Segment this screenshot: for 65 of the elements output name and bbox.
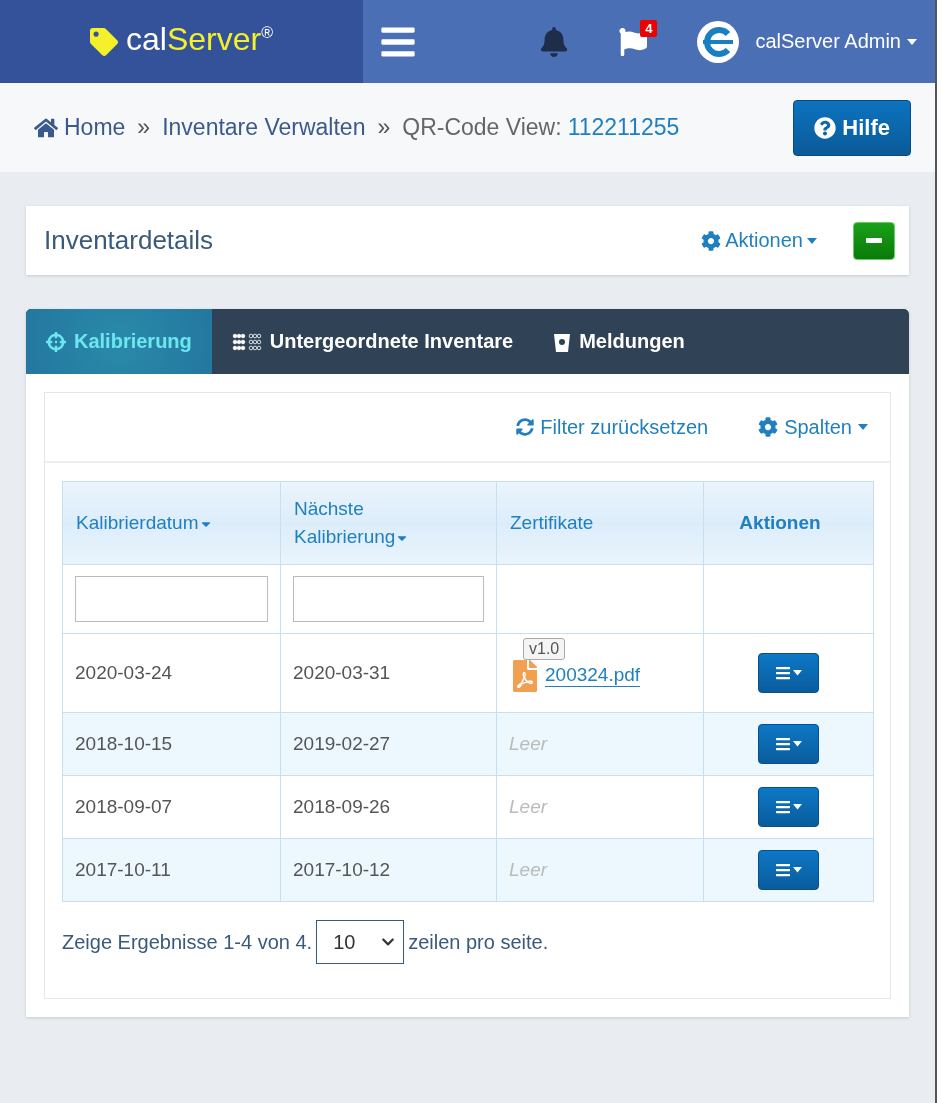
page-size-select[interactable]: 10	[316, 920, 405, 964]
reset-filter-link[interactable]: Filter zurücksetzen	[516, 415, 709, 439]
column-header[interactable]: Nächste Kalibrierung	[280, 481, 497, 565]
table-cell: 2017-10-11	[62, 838, 281, 902]
table-cell: 2018-09-07	[62, 775, 281, 839]
actions-dropdown[interactable]: Aktionen	[701, 229, 817, 252]
logo-text[interactable]: calServer$^{®}$	[126, 21, 273, 58]
results-text: Zeige Ergebnisse 1-4 von 4.	[62, 930, 313, 954]
table-cell: 2020-03-24	[62, 633, 281, 713]
columns-dropdown[interactable]: Spalten	[758, 415, 868, 439]
list-icon	[775, 799, 791, 815]
caret-icon	[807, 237, 817, 244]
gear-icon	[701, 230, 722, 251]
breadcrumb-current: QR-Code View:	[402, 114, 562, 141]
crosshair-icon	[46, 331, 66, 352]
caret-icon	[793, 804, 802, 810]
filter-field[interactable]	[75, 576, 268, 622]
collapse-button[interactable]	[853, 221, 895, 260]
table-cell: 2020-03-31	[280, 633, 497, 713]
table-cell: 2017-10-12	[280, 838, 497, 902]
tab[interactable]: Kalibrierung	[26, 309, 212, 374]
tab[interactable]: Untergeordnete Inventare	[211, 309, 534, 374]
list-icon	[775, 862, 791, 878]
row-menu-button[interactable]	[758, 787, 819, 827]
caret-icon	[907, 38, 917, 45]
certificate-link[interactable]: 200324.pdf	[545, 664, 641, 687]
caret-icon	[793, 670, 802, 676]
help-button[interactable]: Hilfe	[793, 99, 911, 156]
column-header[interactable]: Kalibrierdatum	[62, 481, 281, 565]
column-header: Aktionen	[703, 481, 874, 565]
dots-grid-icon	[231, 331, 262, 352]
empty-value: Leer	[509, 859, 548, 880]
filter-field[interactable]	[293, 576, 484, 622]
caret-icon	[793, 867, 802, 873]
empty-value: Leer	[509, 733, 548, 754]
breadcrumb-link[interactable]: Inventare Verwalten	[162, 114, 366, 141]
breadcrumb-link[interactable]: Home	[34, 114, 126, 141]
column-header: Zertifikate	[496, 481, 704, 565]
avatar-icon[interactable]	[697, 20, 740, 63]
card-title: Inventardetails	[44, 225, 214, 256]
row-menu-button[interactable]	[758, 653, 819, 693]
table-cell: 2019-02-27	[280, 712, 497, 776]
list-icon	[775, 736, 791, 752]
refresh-icon	[516, 418, 535, 436]
empty-value: Leer	[509, 796, 548, 817]
row-menu-button[interactable]	[758, 724, 819, 764]
user-menu[interactable]: calServer Admin	[755, 30, 917, 53]
tab[interactable]: Meldungen	[533, 309, 705, 374]
caret-icon	[793, 741, 802, 747]
qr-code-value: 112211255	[567, 114, 680, 141]
version-badge: v1.0	[523, 637, 566, 660]
breadcrumb-separator: »	[377, 114, 391, 141]
tag-icon	[90, 27, 118, 56]
list-icon	[775, 665, 791, 681]
rows-per-page-text: zeilen pro seite.	[408, 930, 549, 954]
row-menu-button[interactable]	[758, 850, 819, 890]
minus-icon	[866, 238, 882, 243]
gear-icon	[758, 417, 779, 437]
breadcrumb-separator: »	[137, 114, 151, 141]
table-cell: 2018-10-15	[62, 712, 281, 776]
notification-badge: 4	[640, 19, 658, 37]
table-cell: 2018-09-26	[280, 775, 497, 839]
caret-icon	[858, 424, 868, 430]
bell-icon[interactable]	[539, 26, 570, 57]
help-icon	[814, 116, 837, 139]
